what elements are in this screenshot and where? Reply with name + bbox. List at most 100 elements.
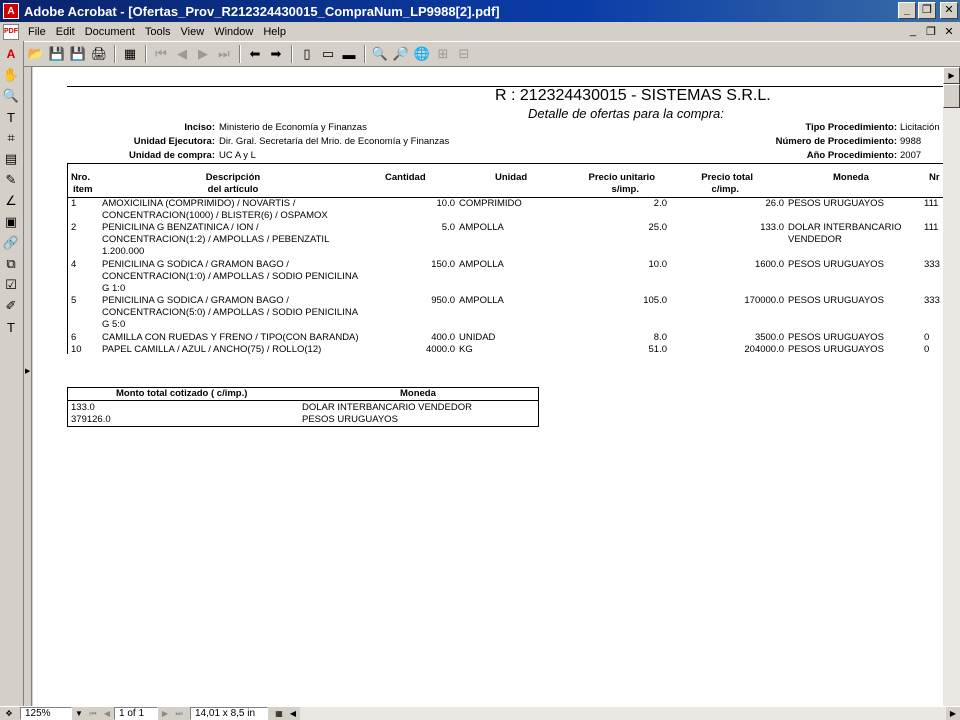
touchup-object-tool-icon[interactable]: ✐ xyxy=(0,296,22,316)
col-precio-total-sub: c/imp. xyxy=(711,184,739,195)
row4-nr: 333 xyxy=(924,295,940,306)
go-back-icon[interactable]: ⬅ xyxy=(245,44,265,64)
menu-window[interactable]: Window xyxy=(209,26,258,38)
web-capture-icon[interactable]: 🌐 xyxy=(412,44,432,64)
doc-close-button[interactable]: ✕ xyxy=(942,24,956,38)
table-top-rule xyxy=(67,163,943,164)
summary-row1-monto: 133.0 xyxy=(71,402,95,413)
hscroll-left-icon[interactable]: ◀ xyxy=(286,707,300,720)
document-subtitle: Detalle de ofertas para la compra: xyxy=(528,106,724,121)
menu-edit[interactable]: Edit xyxy=(51,26,80,38)
status-prev-page-icon[interactable]: ◀ xyxy=(100,707,114,720)
zoom-field[interactable]: 125% xyxy=(20,707,72,720)
doc-minimize-button[interactable]: _ xyxy=(906,24,920,38)
next-page-icon[interactable]: ▶ xyxy=(193,44,213,64)
menu-view[interactable]: View xyxy=(176,26,210,38)
col-nro: Nro. xyxy=(71,172,90,183)
save-icon[interactable]: 💾 xyxy=(47,44,67,64)
show-hide-navigation-icon[interactable]: ▦ xyxy=(120,44,140,64)
previous-page-icon[interactable]: ◀ xyxy=(172,44,192,64)
link-tool-icon[interactable]: 🔗 xyxy=(0,233,22,253)
actual-size-icon[interactable]: ▯ xyxy=(297,44,317,64)
menu-tools[interactable]: Tools xyxy=(140,26,176,38)
line-tool-icon[interactable]: ∠ xyxy=(0,191,22,211)
row3-desc-line2: CONCENTRACION(1:0) / AMPOLLAS / SODIO PE… xyxy=(102,271,359,282)
vertical-scrollbar[interactable]: ▶ xyxy=(943,67,960,706)
move-handle-icon[interactable]: ✥ xyxy=(0,707,18,720)
toolbar-separator xyxy=(364,45,366,63)
status-last-page-icon[interactable]: ⏭ xyxy=(172,707,186,720)
row4-nro: 5 xyxy=(71,295,77,306)
summary-row2-moneda: PESOS URUGUAYOS xyxy=(302,414,398,425)
go-forward-icon[interactable]: ➡ xyxy=(266,44,286,64)
scroll-thumb[interactable] xyxy=(943,84,960,108)
print-icon[interactable]: 🖨 xyxy=(89,44,109,64)
doc-restore-button[interactable]: ❐ xyxy=(924,24,938,38)
col-descripcion: Descripción xyxy=(205,172,261,183)
row5-desc-line1: CAMILLA CON RUEDAS Y FRENO / TIPO(CON BA… xyxy=(102,332,359,343)
col-nr: Nr xyxy=(929,172,940,183)
menu-file[interactable]: File xyxy=(23,26,51,38)
scroll-right-icon[interactable]: ▶ xyxy=(943,67,960,84)
summary-left-border xyxy=(67,387,68,427)
hscroll-right-icon[interactable]: ▶ xyxy=(946,707,960,720)
menu-help[interactable]: Help xyxy=(258,26,291,38)
minimize-button[interactable]: _ xyxy=(898,2,916,19)
row6-cantidad: 4000.0 xyxy=(425,344,455,355)
acrobat-app-icon[interactable]: A xyxy=(3,3,19,19)
document-view[interactable]: R : 212324430015 - SISTEMAS S.R.L. Detal… xyxy=(33,67,943,706)
zoom-dropdown-icon[interactable]: ▼ xyxy=(72,707,86,720)
row2-desc-line3: 1.200.000 xyxy=(102,246,145,257)
search-icon[interactable]: 🔎 xyxy=(391,44,411,64)
summary-bottom-rule xyxy=(67,426,539,427)
expand-arrow-icon[interactable]: ▶ xyxy=(25,367,30,375)
menu-document[interactable]: Document xyxy=(80,26,140,38)
article-tool-icon[interactable]: ⧉ xyxy=(0,254,22,274)
horizontal-scrollbar[interactable] xyxy=(300,707,946,720)
text-select-tool-icon[interactable]: T xyxy=(0,107,22,127)
row2-precio-unitario: 25.0 xyxy=(648,222,668,233)
page-indicator[interactable]: 1 of 1 xyxy=(114,707,158,720)
menu-bar: PDF File Edit Document Tools View Window… xyxy=(0,22,960,41)
toolbar-separator xyxy=(239,45,241,63)
table-left-border xyxy=(67,163,68,354)
row3-precio-total: 1600.0 xyxy=(754,259,784,270)
first-page-icon[interactable]: ⏮ xyxy=(151,44,171,64)
row1-moneda: PESOS URUGUAYOS xyxy=(788,198,884,209)
navigation-pane-handle[interactable]: ▶ xyxy=(24,67,32,706)
movie-tool-icon[interactable]: ▣ xyxy=(0,212,22,232)
find-icon[interactable]: 🔍 xyxy=(370,44,390,64)
form-tool-icon[interactable]: ☑ xyxy=(0,275,22,295)
note-tool-icon[interactable]: ▤ xyxy=(0,149,22,169)
web-link-icon[interactable]: ⊞ xyxy=(433,44,453,64)
fit-width-icon[interactable]: ▬ xyxy=(339,44,359,64)
open-folder-icon[interactable]: 📂 xyxy=(26,44,46,64)
page-layout-icon[interactable]: ▦ xyxy=(272,707,286,720)
status-first-page-icon[interactable]: ⏮ xyxy=(86,707,100,720)
save-disabled-icon[interactable]: 💾 xyxy=(68,44,88,64)
last-page-icon[interactable]: ⏭ xyxy=(214,44,234,64)
page-size-field: 14,01 x 8,5 in xyxy=(190,707,268,720)
zoom-tool-icon[interactable]: 🔍 xyxy=(0,86,22,106)
web-refresh-icon[interactable]: ⊟ xyxy=(454,44,474,64)
document-icon[interactable]: PDF xyxy=(3,23,19,40)
crop-tool-icon[interactable]: ⌗ xyxy=(0,128,22,148)
acrobat-logo-icon: A xyxy=(6,47,16,61)
row3-cantidad: 150.0 xyxy=(431,259,455,270)
row3-unidad: AMPOLLA xyxy=(459,259,504,270)
summary-row2-monto: 379126.0 xyxy=(71,414,111,425)
row2-desc-line2: CONCENTRACION(1:2) / AMPOLLAS / PEBENZAT… xyxy=(102,234,330,245)
col-cantidad: Cantidad xyxy=(385,172,426,183)
inciso-value: Ministerio de Economía y Finanzas xyxy=(219,122,367,133)
pencil-tool-icon[interactable]: ✎ xyxy=(0,170,22,190)
hand-tool-icon[interactable]: ✋ xyxy=(0,65,22,85)
row2-moneda-line1: DOLAR INTERBANCARIO xyxy=(788,222,902,233)
status-next-page-icon[interactable]: ▶ xyxy=(158,707,172,720)
touchup-text-tool-icon[interactable]: T xyxy=(0,317,22,337)
numero-procedimiento-label: Número de Procedimiento: xyxy=(775,136,897,147)
maximize-button[interactable]: ❐ xyxy=(918,2,936,19)
toolbar-separator xyxy=(145,45,147,63)
row6-nr: 0 xyxy=(924,344,930,355)
fit-page-icon[interactable]: ▭ xyxy=(318,44,338,64)
close-button[interactable]: ✕ xyxy=(940,2,958,19)
